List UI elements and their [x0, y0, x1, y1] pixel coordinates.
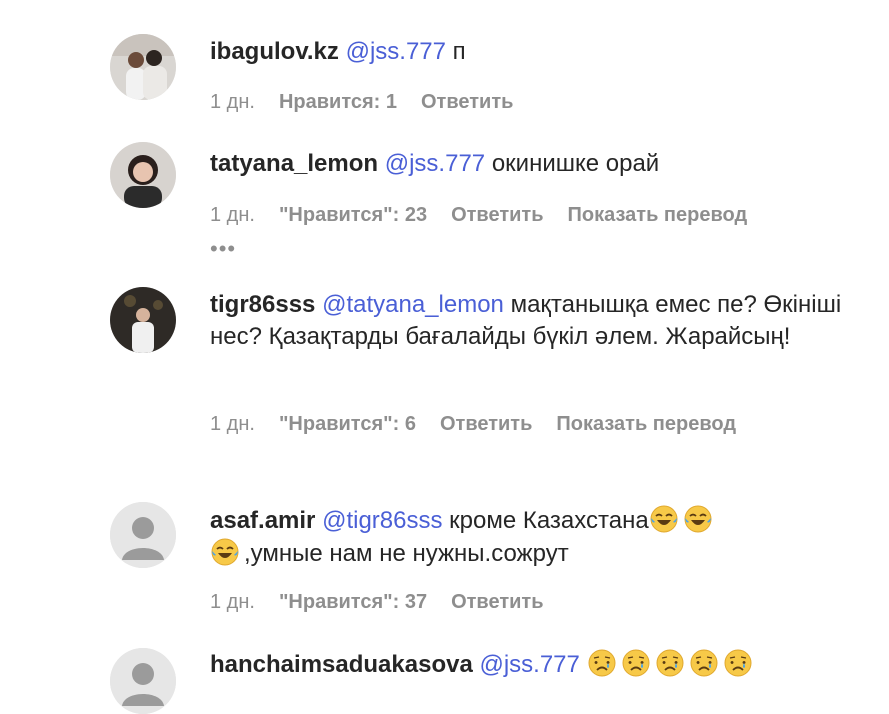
comment-body: tatyana_lemon @jss.777 окинишке орай 1 д…: [210, 148, 869, 260]
mention-link[interactable]: @jss.777: [346, 38, 446, 65]
avatar[interactable]: [110, 287, 176, 353]
default-avatar-icon: [110, 648, 176, 714]
username-link[interactable]: tigr86sss: [210, 291, 315, 318]
username-link[interactable]: asaf.amir: [210, 507, 315, 534]
crying-face-emoji-icon: [690, 649, 718, 677]
reply-button[interactable]: Ответить: [451, 204, 543, 227]
comment-text: tatyana_lemon @jss.777 окинишке орай: [210, 148, 869, 180]
comment-item: tatyana_lemon @jss.777 окинишке орай 1 д…: [0, 130, 889, 260]
comment-item: hanchaimsaduakasova @jss.777: [0, 640, 889, 714]
avatar-photo-icon: [110, 34, 176, 100]
default-avatar-icon: [110, 502, 176, 568]
emoji-group: [587, 649, 757, 678]
comment-meta: 1 дн. "Нравится": 6 Ответить Показать перев…: [210, 413, 736, 436]
comment-text: ibagulov.kz @jss.777 п: [210, 36, 869, 68]
comment-item: tigr86sss @tatyana_lemon мақтанышқа емес…: [0, 275, 889, 465]
laughing-tears-emoji-icon: [684, 505, 712, 533]
avatar[interactable]: [110, 34, 176, 100]
comment-time[interactable]: 1 дн.: [210, 91, 255, 114]
crying-face-emoji-icon: [622, 649, 650, 677]
mention-link[interactable]: @jss.777: [385, 150, 485, 177]
show-translation-button[interactable]: Показать перевод: [568, 204, 748, 227]
comment-time[interactable]: 1 дн.: [210, 591, 255, 614]
comment-text: tigr86sss @tatyana_lemon мақтанышқа емес…: [210, 289, 870, 353]
crying-face-emoji-icon: [588, 649, 616, 677]
comment-message: кроме Казахстана: [449, 507, 649, 534]
likes-count[interactable]: "Нравится": 23: [279, 204, 427, 227]
likes-count[interactable]: "Нравится": 6: [279, 413, 416, 436]
comment-item: asaf.amir @tigr86sss кроме Казахстана ,у…: [0, 490, 889, 640]
emoji-group: [649, 505, 717, 534]
reply-button[interactable]: Ответить: [451, 591, 543, 614]
laughing-tears-emoji-icon: [211, 538, 239, 566]
mention-link[interactable]: @tatyana_lemon: [322, 291, 504, 318]
comment-body: tigr86sss @tatyana_lemon мақтанышқа емес…: [210, 289, 870, 435]
comment-body: asaf.amir @tigr86sss кроме Казахстана ,у…: [210, 504, 869, 613]
comment-body: ibagulov.kz @jss.777 п 1 дн. Нравится: 1 О…: [210, 36, 869, 113]
mention-link[interactable]: @tigr86sss: [322, 507, 442, 534]
crying-face-emoji-icon: [656, 649, 684, 677]
likes-count[interactable]: Нравится: 1: [279, 91, 397, 114]
comment-meta: 1 дн. "Нравится": 23 Ответить Показать пере…: [210, 204, 747, 227]
avatar-photo-icon: [110, 287, 176, 353]
comment-body: hanchaimsaduakasova @jss.777: [210, 648, 869, 681]
comment-meta: 1 дн. "Нравится": 37 Ответить: [210, 591, 544, 614]
comment-item: ibagulov.kz @jss.777 п 1 дн. Нравится: 1 О…: [0, 0, 889, 130]
comment-time[interactable]: 1 дн.: [210, 413, 255, 436]
username-link[interactable]: hanchaimsaduakasova: [210, 651, 473, 678]
comment-message: п: [452, 38, 466, 65]
more-options-button[interactable]: •••: [210, 238, 236, 260]
reply-button[interactable]: Ответить: [440, 413, 532, 436]
comment-text: hanchaimsaduakasova @jss.777: [210, 648, 869, 681]
avatar-photo-icon: [110, 142, 176, 208]
username-link[interactable]: tatyana_lemon: [210, 150, 378, 177]
comment-text: asaf.amir @tigr86sss кроме Казахстана ,у…: [210, 504, 869, 570]
comment-time[interactable]: 1 дн.: [210, 204, 255, 227]
likes-count[interactable]: "Нравится": 37: [279, 591, 427, 614]
crying-face-emoji-icon: [724, 649, 752, 677]
avatar[interactable]: [110, 502, 176, 568]
comment-message-continued: ,умные нам не нужны.сожрут: [244, 540, 569, 567]
laughing-tears-emoji-icon: [650, 505, 678, 533]
show-translation-button[interactable]: Показать перевод: [556, 413, 736, 436]
emoji-group: [210, 538, 244, 567]
comment-meta: 1 дн. Нравится: 1 Ответить: [210, 91, 513, 114]
comment-message: окинишке орай: [491, 150, 660, 177]
avatar[interactable]: [110, 648, 176, 714]
mention-link[interactable]: @jss.777: [479, 651, 579, 678]
reply-button[interactable]: Ответить: [421, 91, 513, 114]
username-link[interactable]: ibagulov.kz: [210, 38, 339, 65]
avatar[interactable]: [110, 142, 176, 208]
